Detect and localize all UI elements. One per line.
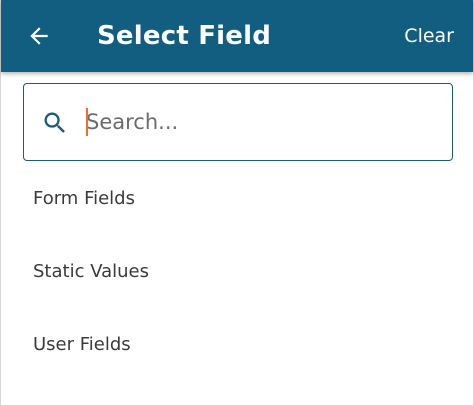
app-bar: Select Field Clear	[1, 0, 473, 72]
select-field-screen: Select Field Clear Form Fields Static Va…	[0, 0, 474, 406]
list-item-form-fields[interactable]: Form Fields	[1, 162, 473, 235]
back-button[interactable]	[21, 18, 57, 54]
text-caret	[86, 108, 88, 136]
search-input[interactable]	[86, 102, 436, 142]
arrow-left-icon	[26, 23, 52, 49]
search-icon	[41, 109, 69, 137]
search-box[interactable]	[23, 83, 453, 161]
page-title: Select Field	[97, 21, 272, 51]
list-item-static-values[interactable]: Static Values	[1, 235, 473, 308]
clear-button[interactable]: Clear	[404, 0, 454, 72]
list-item-user-fields[interactable]: User Fields	[1, 308, 473, 381]
field-category-list: Form Fields Static Values User Fields	[1, 162, 473, 381]
